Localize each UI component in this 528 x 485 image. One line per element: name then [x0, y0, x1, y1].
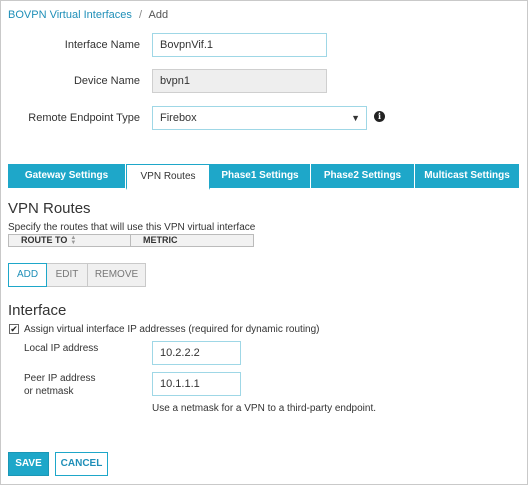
- remote-endpoint-type-value: Firebox: [160, 112, 197, 124]
- remote-endpoint-type-label: Remote Endpoint Type: [28, 112, 140, 124]
- column-route-to[interactable]: ROUTE TO ▲ ▼: [9, 235, 131, 246]
- edit-route-button[interactable]: EDIT: [47, 263, 88, 287]
- device-name-input: bvpn1: [152, 69, 327, 93]
- column-route-to-label: ROUTE TO: [21, 235, 68, 245]
- tab-multicast-settings[interactable]: Multicast Settings: [415, 164, 520, 188]
- breadcrumb-separator: /: [138, 9, 143, 21]
- tab-gateway-settings[interactable]: Gateway Settings: [8, 164, 126, 188]
- breadcrumb-current: Add: [148, 9, 169, 21]
- vpn-routes-description: Specify the routes that will use this VP…: [8, 222, 256, 233]
- peer-ip-label-line2: or netmask: [24, 386, 74, 397]
- chevron-down-icon: ▼: [351, 113, 360, 123]
- tab-vpn-routes[interactable]: VPN Routes: [126, 164, 210, 190]
- remove-route-button[interactable]: REMOVE: [88, 263, 146, 287]
- breadcrumb-parent-link[interactable]: BOVPN Virtual Interfaces: [8, 9, 132, 21]
- column-metric-label: METRIC: [143, 235, 178, 245]
- column-metric[interactable]: METRIC: [131, 235, 178, 246]
- remote-endpoint-type-select[interactable]: Firebox ▼: [152, 106, 367, 130]
- tab-phase1-settings[interactable]: Phase1 Settings: [210, 164, 311, 188]
- settings-tabs: Gateway Settings VPN Routes Phase1 Setti…: [8, 164, 520, 190]
- peer-ip-input[interactable]: 10.1.1.1: [152, 372, 241, 396]
- route-button-group: ADD EDIT REMOVE: [8, 263, 146, 287]
- sort-icon: ▲ ▼: [70, 234, 77, 246]
- cancel-button[interactable]: CANCEL: [55, 452, 108, 476]
- netmask-hint: Use a netmask for a VPN to a third-party…: [152, 403, 376, 414]
- interface-name-label: Interface Name: [64, 39, 140, 51]
- info-icon[interactable]: i: [374, 111, 385, 122]
- save-button[interactable]: SAVE: [8, 452, 49, 476]
- assign-ip-checkbox[interactable]: ✔: [9, 324, 19, 334]
- breadcrumb: BOVPN Virtual Interfaces / Add: [8, 9, 168, 21]
- interface-name-input[interactable]: BovpnVif.1: [152, 33, 327, 57]
- local-ip-input[interactable]: 10.2.2.2: [152, 341, 241, 365]
- peer-ip-label-line1: Peer IP address: [24, 373, 96, 384]
- interface-title: Interface: [8, 302, 67, 319]
- add-route-button[interactable]: ADD: [8, 263, 47, 287]
- tab-phase2-settings[interactable]: Phase2 Settings: [311, 164, 415, 188]
- assign-ip-checkbox-label: Assign virtual interface IP addresses (r…: [24, 324, 320, 335]
- vpn-routes-title: VPN Routes: [8, 200, 91, 217]
- routes-table-header: ROUTE TO ▲ ▼ METRIC: [8, 234, 254, 247]
- local-ip-label: Local IP address: [24, 343, 99, 354]
- device-name-label: Device Name: [73, 75, 140, 87]
